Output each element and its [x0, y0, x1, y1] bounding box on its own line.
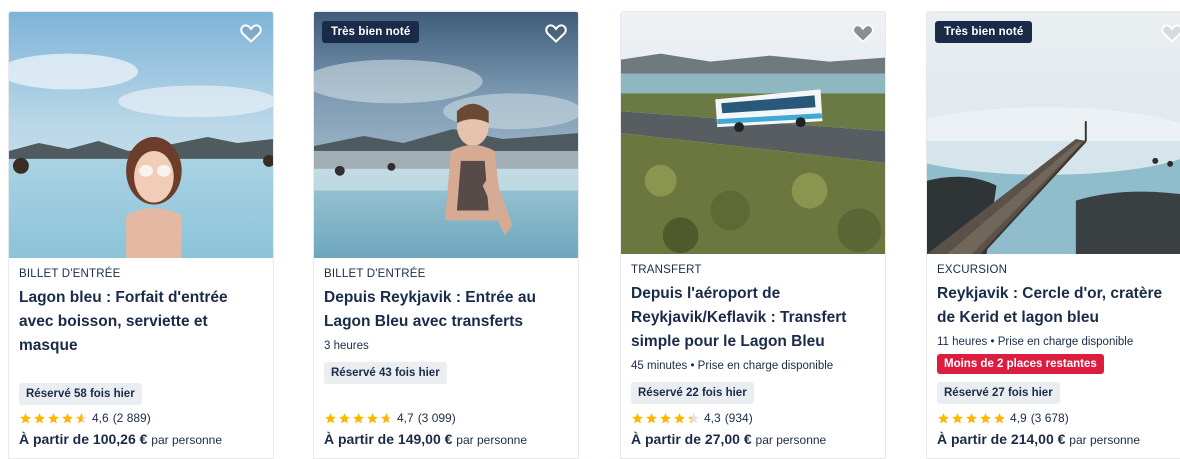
- card-meta: 45 minutes • Prise en charge disponible: [631, 360, 834, 372]
- card-image[interactable]: [8, 11, 274, 259]
- activity-card-1[interactable]: BILLET D'ENTRÉE Lagon bleu : Forfait d'e…: [8, 11, 274, 459]
- card-meta: 11 heures • Prise en charge disponible: [937, 336, 1134, 348]
- star-icon: [938, 412, 949, 423]
- wishlist-heart-icon[interactable]: [850, 20, 876, 46]
- star-icon: [952, 412, 963, 423]
- price-text: À partir de 149,00 €: [324, 431, 453, 447]
- lagoon-photo: [9, 12, 273, 259]
- wishlist-heart-icon[interactable]: [238, 20, 264, 46]
- star-icon: [632, 412, 643, 423]
- card-image[interactable]: Très bien noté: [313, 11, 579, 259]
- booked-badge: Réservé 27 fois hier: [937, 382, 1060, 404]
- star-icon: [339, 412, 350, 423]
- activity-card-3[interactable]: TRANSFERT Depuis l'aéroport de Reykjavik…: [620, 11, 886, 459]
- card-meta: 3 heures: [324, 340, 369, 352]
- rating-stars: [19, 412, 88, 425]
- card-image[interactable]: [620, 11, 886, 255]
- rating-value: 4,9: [1010, 411, 1027, 425]
- price-text: À partir de 27,00 €: [631, 431, 752, 447]
- price-text: À partir de 214,00 €: [937, 431, 1066, 447]
- star-icon: [34, 412, 45, 423]
- review-count: (934): [724, 411, 753, 425]
- card-body: BILLET D'ENTRÉE Depuis Reykjavik : Entré…: [313, 259, 579, 459]
- price-row: À partir de 100,26 € par personne: [19, 431, 222, 447]
- price-row: À partir de 214,00 € par personne: [937, 431, 1140, 447]
- star-icon: [325, 412, 336, 423]
- card-body: EXCURSION Reykjavik : Cercle d'or, cratè…: [926, 255, 1180, 459]
- star-icon: [980, 412, 991, 423]
- activity-card-4[interactable]: Très bien noté EXCURSION Reykjavik : Cer…: [926, 11, 1180, 459]
- rating-row: 4,3 (934): [631, 411, 753, 425]
- boardwalk-photo: [927, 12, 1180, 255]
- price-unit: par personne: [456, 433, 528, 447]
- booked-badge: Réservé 22 fois hier: [631, 382, 754, 404]
- rating-value: 4,7: [397, 411, 414, 425]
- activity-card-2[interactable]: Très bien noté BILLET D'ENTRÉE Depuis Re…: [313, 11, 579, 459]
- review-count: (3 099): [417, 411, 456, 425]
- price-unit: par personne: [1069, 433, 1141, 447]
- rating-stars: [631, 412, 700, 425]
- card-category: BILLET D'ENTRÉE: [324, 268, 426, 280]
- price-unit: par personne: [755, 433, 827, 447]
- rating-stars: [324, 412, 393, 425]
- card-category: TRANSFERT: [631, 264, 702, 276]
- star-icon: [20, 412, 31, 423]
- top-rated-badge: Très bien noté: [935, 21, 1033, 43]
- wishlist-heart-icon[interactable]: [543, 20, 569, 46]
- price-text: À partir de 100,26 €: [19, 431, 148, 447]
- card-body: TRANSFERT Depuis l'aéroport de Reykjavik…: [620, 255, 886, 459]
- price-row: À partir de 149,00 € par personne: [324, 431, 527, 447]
- review-count: (3 678): [1030, 411, 1069, 425]
- card-title[interactable]: Reykjavik : Cercle d'or, cratère de Keri…: [937, 282, 1180, 330]
- star-icon: [688, 412, 699, 423]
- card-title[interactable]: Lagon bleu : Forfait d'entrée avec boiss…: [19, 286, 265, 358]
- card-category: BILLET D'ENTRÉE: [19, 268, 121, 280]
- rating-stars: [937, 412, 1006, 425]
- star-icon: [646, 412, 657, 423]
- rating-row: 4,9 (3 678): [937, 411, 1069, 425]
- card-category: EXCURSION: [937, 264, 1008, 276]
- star-icon: [381, 412, 392, 423]
- rating-value: 4,3: [704, 411, 721, 425]
- price-unit: par personne: [151, 433, 223, 447]
- booked-badge: Réservé 58 fois hier: [19, 383, 142, 405]
- star-icon: [48, 412, 59, 423]
- star-icon: [966, 412, 977, 423]
- star-icon: [674, 412, 685, 423]
- star-icon: [76, 412, 87, 423]
- lagoon-photo: [314, 12, 578, 259]
- bus-photo: [621, 12, 885, 255]
- rating-row: 4,7 (3 099): [324, 411, 456, 425]
- star-icon: [62, 412, 73, 423]
- scarcity-badge: Moins de 2 places restantes: [937, 354, 1104, 374]
- card-title[interactable]: Depuis Reykjavik : Entrée au Lagon Bleu …: [324, 286, 570, 334]
- review-count: (2 889): [112, 411, 151, 425]
- price-row: À partir de 27,00 € par personne: [631, 431, 826, 447]
- booked-badge: Réservé 43 fois hier: [324, 362, 447, 384]
- star-icon: [660, 412, 671, 423]
- top-rated-badge: Très bien noté: [322, 21, 420, 43]
- rating-row: 4,6 (2 889): [19, 411, 151, 425]
- star-icon: [367, 412, 378, 423]
- wishlist-heart-icon[interactable]: [1159, 20, 1180, 46]
- star-icon: [994, 412, 1005, 423]
- star-icon: [353, 412, 364, 423]
- card-image[interactable]: Très bien noté: [926, 11, 1180, 255]
- rating-value: 4,6: [92, 411, 109, 425]
- card-body: BILLET D'ENTRÉE Lagon bleu : Forfait d'e…: [8, 259, 274, 459]
- card-title[interactable]: Depuis l'aéroport de Reykjavik/Keflavik …: [631, 282, 877, 354]
